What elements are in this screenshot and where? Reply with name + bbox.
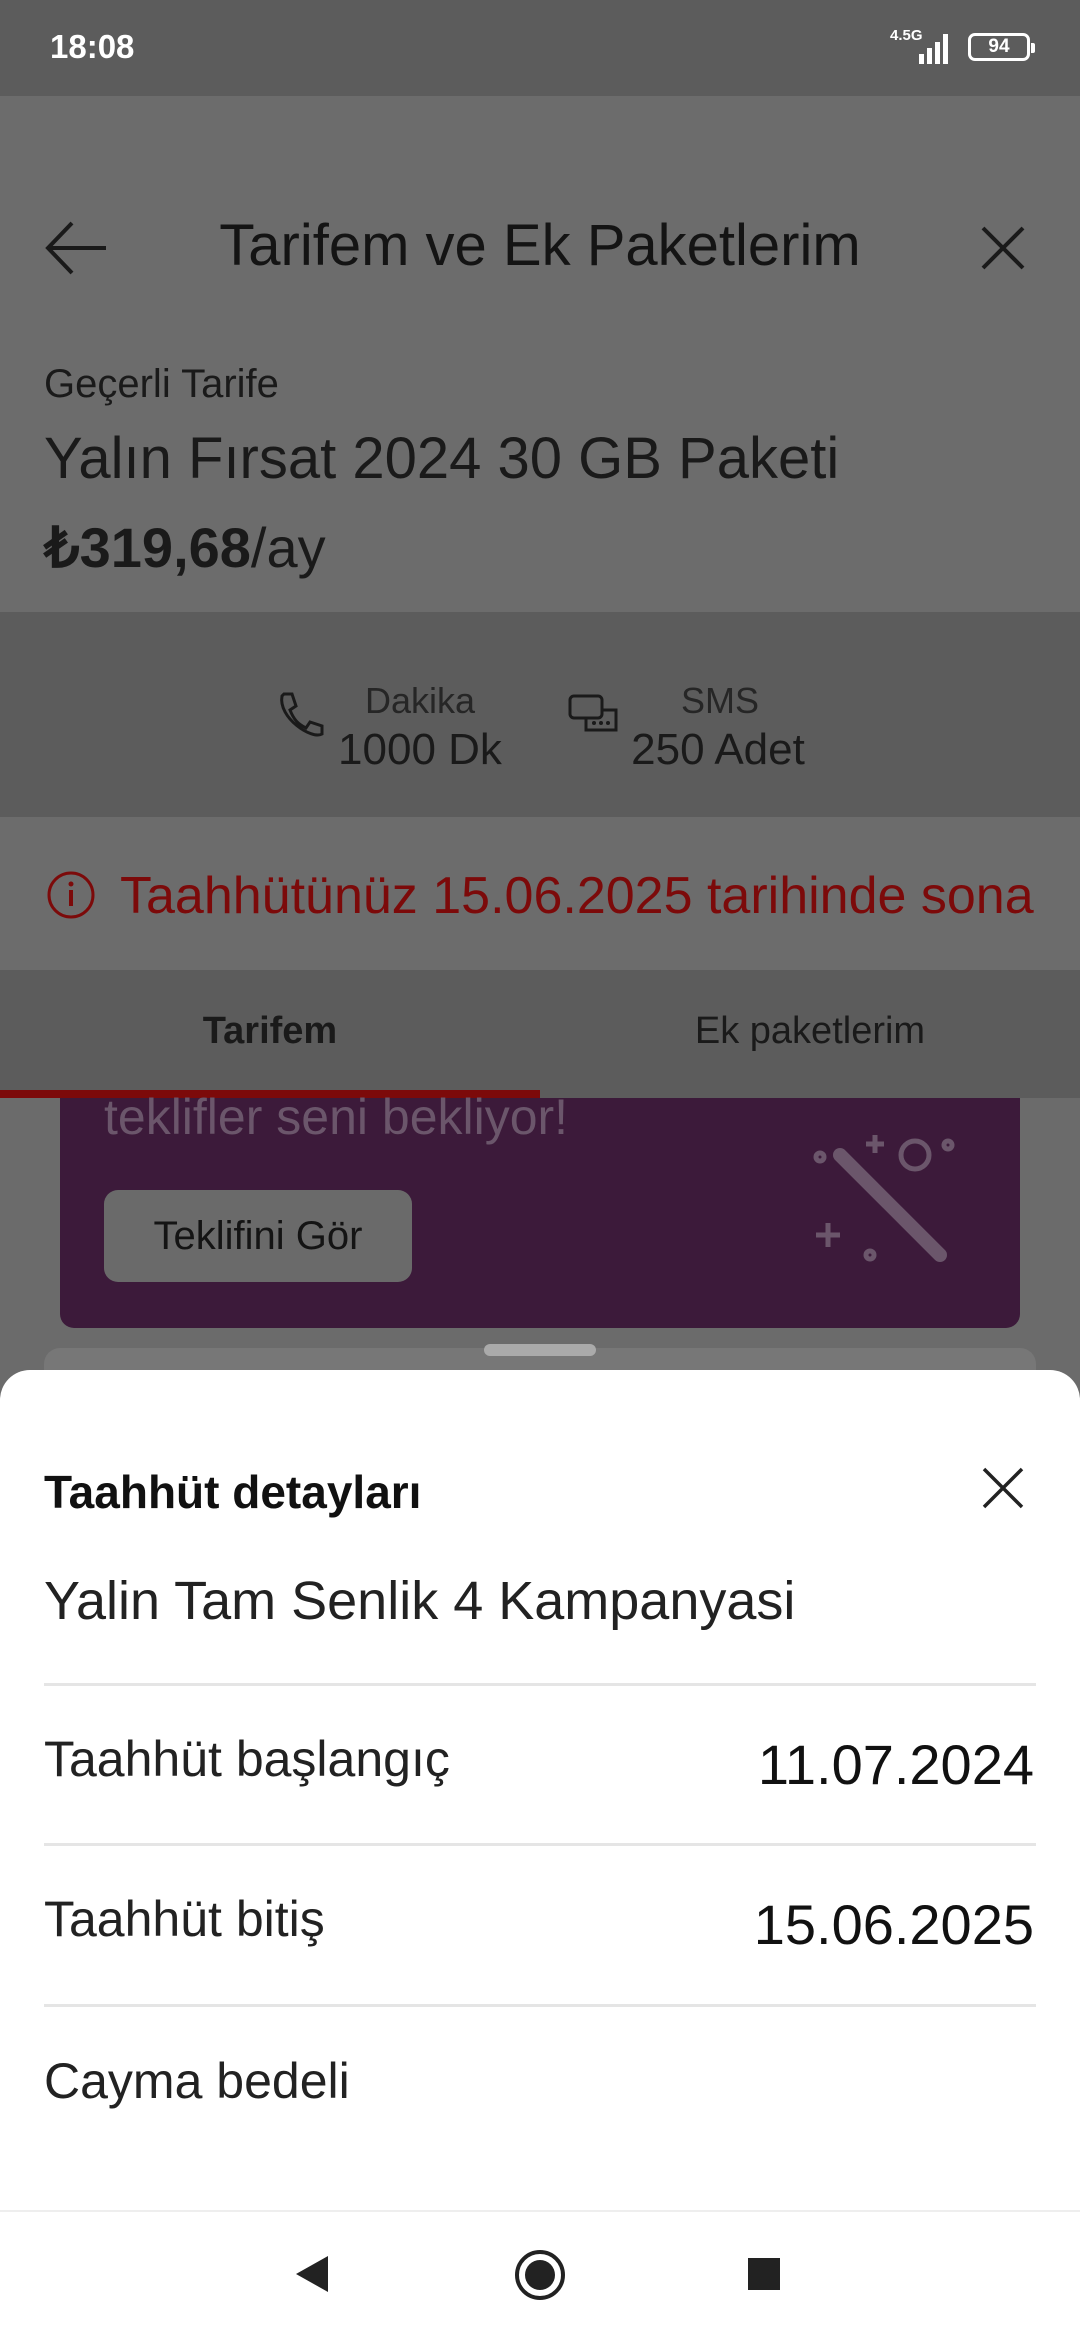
sms-label: SMS xyxy=(680,680,759,721)
end-date-value: 15.06.2025 xyxy=(753,1893,1034,1956)
minutes-value: 1000 Dk xyxy=(338,725,502,774)
promo-text: teklifler seni bekliyor! xyxy=(104,1089,569,1145)
end-date-label: Taahhüt bitiş xyxy=(44,1891,325,1947)
minutes-label: Dakika xyxy=(364,680,476,721)
sms-value: 250 Adet xyxy=(631,725,805,774)
status-time: 18:08 xyxy=(50,28,135,65)
cancellation-fee-label: Cayma bedeli xyxy=(44,2053,350,2109)
sheet-drag-handle[interactable] xyxy=(484,1344,596,1356)
divider xyxy=(44,1683,1036,1686)
quota-section xyxy=(0,612,1080,817)
start-date-label: Taahhüt başlangıç xyxy=(44,1731,450,1787)
signal-icon xyxy=(919,34,948,64)
tab-tarifem[interactable]: Tarifem xyxy=(0,1010,540,1053)
info-icon xyxy=(47,871,95,919)
divider xyxy=(44,1843,1036,1846)
magic-wand-icon xyxy=(813,1135,955,1262)
close-icon[interactable] xyxy=(980,1465,1026,1511)
page-title: Tarifem ve Ek Paketlerim xyxy=(219,213,861,278)
campaign-name: Yalin Tam Senlik 4 Kampanyasi xyxy=(44,1571,796,1631)
divider xyxy=(44,2004,1036,2007)
chat-icon xyxy=(568,694,618,732)
phone-icon xyxy=(280,692,324,737)
plan-name: Yalın Fırsat 2024 30 GB Paketi xyxy=(44,426,840,491)
tab-ek-paketlerim[interactable]: Ek paketlerim xyxy=(540,1010,1080,1053)
plan-price: ₺319,68/ay xyxy=(44,516,326,579)
nav-back-icon[interactable] xyxy=(290,2252,334,2296)
close-icon[interactable] xyxy=(975,220,1031,276)
sheet-title: Taahhüt detayları xyxy=(44,1466,422,1518)
battery-icon: 94 xyxy=(968,33,1035,61)
nav-home-icon[interactable] xyxy=(513,2248,567,2302)
nav-recents-icon[interactable] xyxy=(746,2256,782,2292)
warning-text: Taahhütünüz 15.06.2025 tarihinde sona er… xyxy=(120,867,1040,925)
see-offer-button[interactable]: Teklifini Gör xyxy=(104,1190,412,1282)
start-date-value: 11.07.2024 xyxy=(757,1733,1034,1796)
current-plan-label: Geçerli Tarife xyxy=(44,362,279,406)
